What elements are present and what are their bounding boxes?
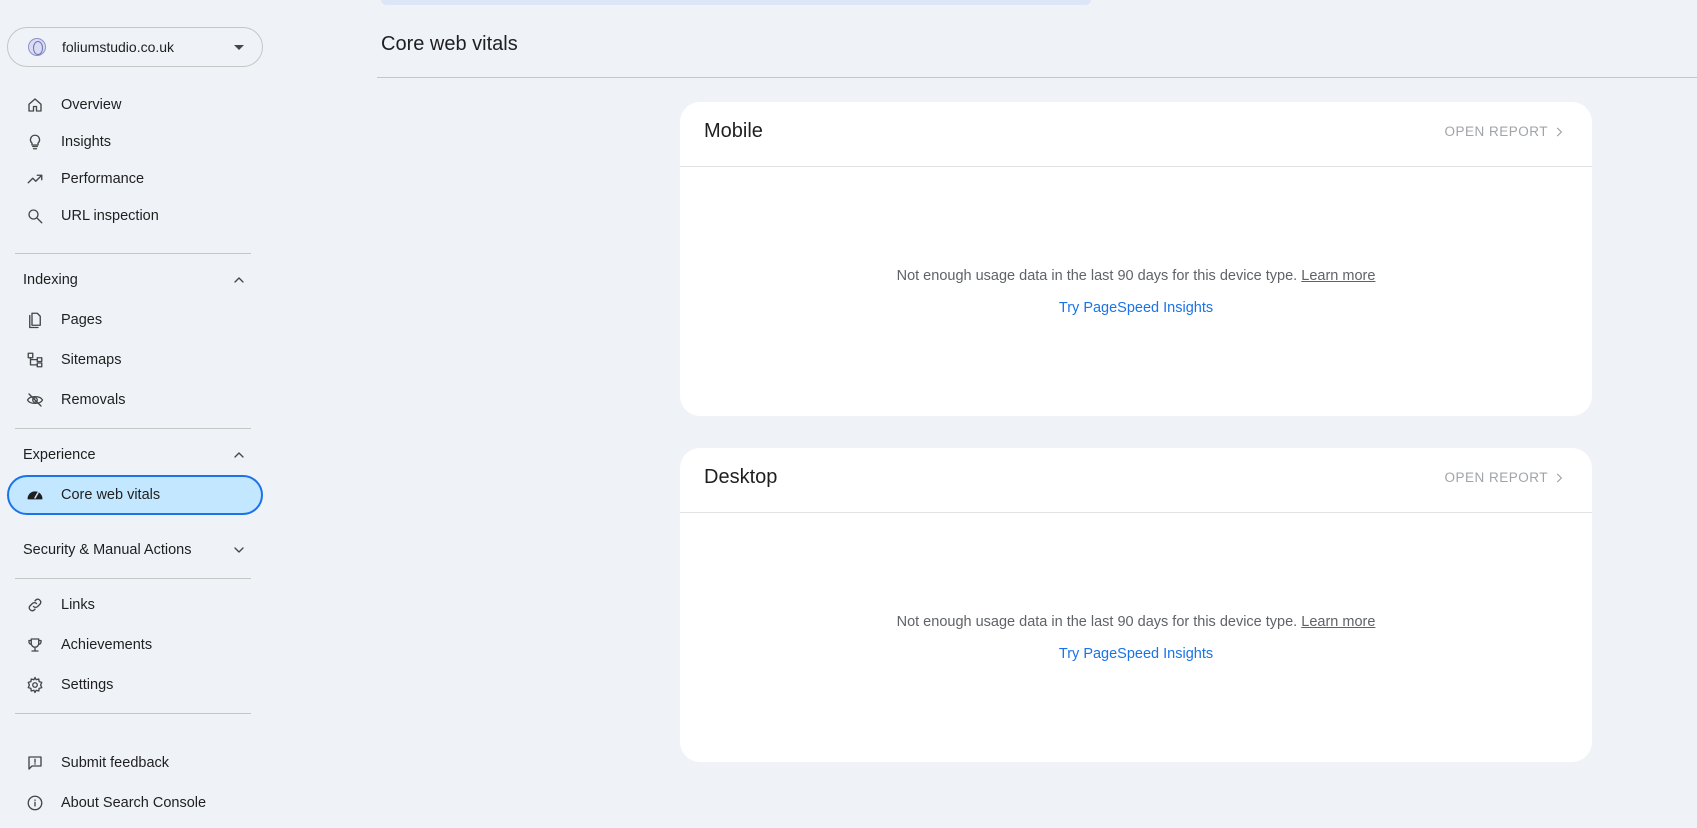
- chevron-up-icon: [231, 447, 247, 463]
- trending-up-icon: [25, 169, 45, 189]
- sidebar: foliumstudio.co.uk Overview Insights Per…: [0, 0, 270, 828]
- sidebar-item-label: Links: [61, 597, 95, 613]
- sidebar-item-label: Overview: [61, 97, 122, 113]
- info-icon: [25, 793, 45, 813]
- sidebar-item-url-inspection[interactable]: URL inspection: [7, 196, 263, 236]
- message-text: Not enough usage data in the last 90 day…: [896, 614, 1298, 630]
- sidebar-item-removals[interactable]: Removals: [7, 380, 263, 420]
- sidebar-item-label: Sitemaps: [61, 352, 122, 368]
- sidebar-item-label: Pages: [61, 312, 103, 328]
- sidebar-item-label: URL inspection: [61, 208, 159, 224]
- chevron-right-icon: [1556, 127, 1563, 136]
- divider: [680, 166, 1592, 167]
- section-title: Experience: [23, 447, 96, 463]
- globe-icon: [28, 38, 46, 56]
- page-title: Core web vitals: [381, 33, 518, 55]
- search-icon: [25, 206, 45, 226]
- sidebar-item-label: About Search Console: [61, 795, 207, 811]
- divider: [15, 713, 251, 714]
- section-security-manual-actions[interactable]: Security & Manual Actions: [15, 532, 255, 568]
- sidebar-item-label: Submit feedback: [61, 755, 170, 771]
- link-icon: [25, 595, 45, 615]
- card-title: Mobile: [704, 120, 763, 142]
- open-report-label: OPEN REPORT: [1444, 124, 1548, 139]
- sidebar-item-label: Core web vitals: [61, 487, 161, 503]
- divider: [15, 578, 251, 579]
- sidebar-item-label: Achievements: [61, 637, 153, 653]
- sidebar-item-insights[interactable]: Insights: [7, 122, 263, 162]
- divider: [377, 77, 1697, 78]
- desktop-card: Desktop OPEN REPORT Not enough usage dat…: [680, 448, 1592, 762]
- divider: [15, 428, 251, 429]
- open-report-button[interactable]: OPEN REPORT: [1444, 470, 1566, 485]
- chevron-down-icon: [231, 542, 247, 558]
- section-experience[interactable]: Experience: [15, 437, 255, 473]
- eye-off-icon: [25, 390, 45, 410]
- sidebar-item-settings[interactable]: Settings: [7, 665, 263, 705]
- pagespeed-insights-link[interactable]: Try PageSpeed Insights: [680, 646, 1592, 662]
- sitemap-icon: [25, 350, 45, 370]
- speedometer-icon: [25, 485, 45, 505]
- sidebar-item-label: Removals: [61, 392, 126, 408]
- open-report-button[interactable]: OPEN REPORT: [1444, 124, 1566, 139]
- chevron-right-icon: [1556, 473, 1563, 482]
- divider: [15, 253, 251, 254]
- chevron-up-icon: [231, 272, 247, 288]
- sidebar-item-label: Insights: [61, 134, 111, 150]
- property-selector[interactable]: foliumstudio.co.uk: [7, 27, 263, 67]
- gear-icon: [25, 675, 45, 695]
- no-data-message: Not enough usage data in the last 90 day…: [680, 268, 1592, 284]
- sidebar-item-achievements[interactable]: Achievements: [7, 625, 263, 665]
- sidebar-item-sitemaps[interactable]: Sitemaps: [7, 340, 263, 380]
- lightbulb-icon: [25, 132, 45, 152]
- sidebar-item-performance[interactable]: Performance: [7, 159, 263, 199]
- section-title: Security & Manual Actions: [23, 542, 192, 558]
- section-indexing[interactable]: Indexing: [15, 262, 255, 298]
- dropdown-arrow-icon: [234, 45, 244, 50]
- sidebar-item-about[interactable]: About Search Console: [7, 783, 263, 823]
- section-title: Indexing: [23, 272, 78, 288]
- trophy-icon: [25, 635, 45, 655]
- top-banner-edge: [381, 0, 1091, 5]
- divider: [680, 512, 1592, 513]
- message-text: Not enough usage data in the last 90 day…: [896, 268, 1298, 284]
- feedback-icon: [25, 753, 45, 773]
- mobile-card: Mobile OPEN REPORT Not enough usage data…: [680, 102, 1592, 416]
- sidebar-item-label: Performance: [61, 171, 145, 187]
- sidebar-item-label: Settings: [61, 677, 114, 693]
- card-title: Desktop: [704, 466, 778, 488]
- learn-more-link[interactable]: Learn more: [1301, 614, 1375, 630]
- pagespeed-insights-link[interactable]: Try PageSpeed Insights: [680, 300, 1592, 316]
- learn-more-link[interactable]: Learn more: [1301, 268, 1375, 284]
- open-report-label: OPEN REPORT: [1444, 470, 1548, 485]
- sidebar-item-submit-feedback[interactable]: Submit feedback: [7, 743, 263, 783]
- sidebar-item-links[interactable]: Links: [7, 585, 263, 625]
- home-icon: [25, 95, 45, 115]
- pages-icon: [25, 310, 45, 330]
- sidebar-item-core-web-vitals[interactable]: Core web vitals: [7, 475, 263, 515]
- property-name: foliumstudio.co.uk: [62, 39, 175, 55]
- no-data-message: Not enough usage data in the last 90 day…: [680, 614, 1592, 630]
- sidebar-item-overview[interactable]: Overview: [7, 85, 263, 125]
- sidebar-item-pages[interactable]: Pages: [7, 300, 263, 340]
